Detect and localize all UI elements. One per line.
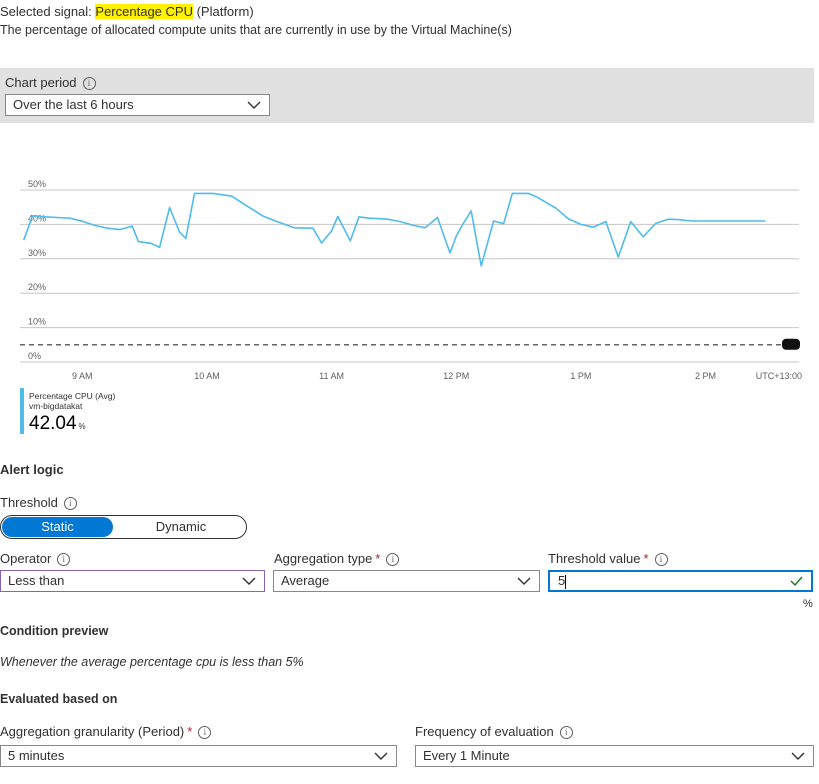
- operator-dropdown[interactable]: Less than: [0, 570, 265, 592]
- info-icon[interactable]: i: [386, 553, 400, 567]
- legend-unit: %: [78, 422, 86, 431]
- y-tick-label: 50%: [28, 179, 46, 189]
- evaluated-title: Evaluated based on: [0, 692, 118, 706]
- granularity-label-row: Aggregation granularity (Period) * i: [0, 724, 212, 740]
- threshold-value-text: 5: [558, 573, 566, 588]
- condition-preview-text: Whenever the average percentage cpu is l…: [0, 655, 304, 669]
- aggregation-type-label-row: Aggregation type * i: [274, 551, 400, 567]
- chart-period-label-row: Chart period i: [5, 75, 96, 91]
- threshold-option-static[interactable]: Static: [2, 517, 113, 537]
- chart-legend: Percentage CPU (Avg) vm-bigdatakat 42.04…: [20, 388, 170, 434]
- required-asterisk: *: [375, 551, 381, 566]
- signal-description: The percentage of allocated compute unit…: [0, 23, 512, 37]
- signal-suffix: (Platform): [196, 4, 254, 19]
- x-tick-label: 12 PM: [443, 371, 469, 381]
- legend-series-name: Percentage CPU (Avg): [29, 391, 116, 401]
- series-line-cpu: [22, 192, 766, 267]
- y-tick-label: 10%: [28, 317, 46, 327]
- y-tick-label: 20%: [28, 282, 46, 292]
- frequency-label: Frequency of evaluation: [415, 724, 554, 739]
- granularity-value: 5 minutes: [8, 748, 65, 763]
- chevron-down-icon: [374, 752, 388, 760]
- text-cursor: [565, 574, 567, 589]
- x-tick-label: 1 PM: [570, 371, 591, 381]
- legend-color-bar: [20, 388, 24, 434]
- chart-period-value: Over the last 6 hours: [13, 97, 134, 112]
- chevron-down-icon: [517, 577, 531, 585]
- signal-name[interactable]: Percentage CPU: [95, 4, 193, 19]
- threshold-option-static-label: Static: [41, 519, 74, 534]
- legend-value: 42.04: [29, 413, 77, 434]
- legend-resource: vm-bigdatakat: [29, 401, 83, 411]
- threshold-option-dynamic-label: Dynamic: [155, 519, 207, 534]
- threshold-unit: %: [803, 598, 813, 610]
- y-tick-label: 0%: [28, 351, 41, 361]
- granularity-dropdown[interactable]: 5 minutes: [0, 745, 397, 767]
- operator-label: Operator: [0, 551, 52, 566]
- x-tick-label: 11 AM: [319, 371, 344, 381]
- threshold-value-label: Threshold value: [548, 551, 641, 566]
- frequency-dropdown[interactable]: Every 1 Minute: [415, 745, 814, 767]
- threshold-handle: [782, 338, 800, 350]
- chart-period-panel: Chart period i Over the last 6 hours: [0, 68, 814, 123]
- chart-period-dropdown[interactable]: Over the last 6 hours: [5, 94, 270, 116]
- info-icon[interactable]: i: [82, 77, 96, 91]
- aggregation-type-value: Average: [281, 573, 330, 588]
- x-tick-label: 10 AM: [194, 371, 220, 381]
- threshold-toggle: Static Dynamic: [0, 515, 247, 539]
- info-icon[interactable]: i: [63, 497, 77, 511]
- signal-prefix: Selected signal:: [0, 4, 92, 19]
- operator-label-row: Operator i: [0, 551, 71, 567]
- granularity-label: Aggregation granularity (Period): [0, 724, 185, 739]
- operator-value: Less than: [8, 573, 65, 588]
- threshold-option-dynamic[interactable]: Dynamic: [116, 517, 246, 537]
- chevron-down-icon: [242, 577, 256, 585]
- legend-value-row: 42.04%: [29, 413, 86, 435]
- frequency-label-row: Frequency of evaluation i: [415, 724, 573, 740]
- chart-period-label: Chart period: [5, 75, 77, 90]
- threshold-value-label-row: Threshold value * i: [548, 551, 668, 567]
- threshold-label: Threshold: [0, 495, 58, 510]
- info-icon[interactable]: i: [559, 726, 573, 740]
- cpu-line-chart: 50%40%30%20%10%0%9 AM 10 AM 11 AM 12 PM 1 PM…: [20, 179, 802, 381]
- x-tick-label: 9 AM: [72, 371, 93, 381]
- selected-signal: Selected signal: Percentage CPU (Platfor…: [0, 4, 254, 19]
- info-icon[interactable]: i: [654, 553, 668, 567]
- condition-preview-title: Condition preview: [0, 624, 109, 638]
- checkmark-icon: [790, 576, 803, 586]
- y-tick-label: 30%: [28, 248, 46, 258]
- timezone-label: UTC+13:00: [756, 371, 802, 381]
- chevron-down-icon: [791, 752, 805, 760]
- aggregation-type-label: Aggregation type: [274, 551, 373, 566]
- chevron-down-icon: [247, 101, 261, 109]
- x-tick-label: 2 PM: [695, 371, 716, 381]
- frequency-value: Every 1 Minute: [423, 748, 510, 763]
- required-asterisk: *: [187, 724, 193, 739]
- info-icon[interactable]: i: [198, 726, 212, 740]
- required-asterisk: *: [643, 551, 649, 566]
- aggregation-type-dropdown[interactable]: Average: [273, 570, 540, 592]
- threshold-value-input[interactable]: 5: [548, 570, 813, 592]
- alert-logic-title: Alert logic: [0, 462, 64, 477]
- info-icon[interactable]: i: [57, 553, 71, 567]
- threshold-label-row: Threshold i: [0, 495, 77, 511]
